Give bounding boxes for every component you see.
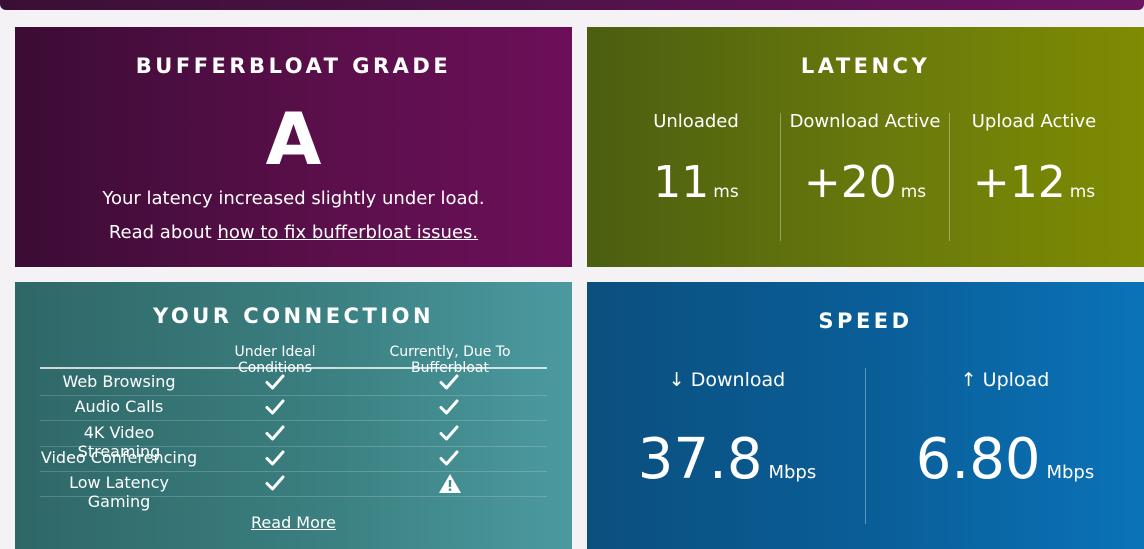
checkmark-icon — [264, 397, 286, 417]
latency-download-label: Download Active — [789, 111, 941, 132]
latency-download-value: +20 ms — [780, 158, 950, 217]
speed-upload: ↑ Upload 6.80 Mbps — [875, 369, 1135, 504]
fix-bufferbloat-link[interactable]: how to fix bufferbloat issues. — [217, 222, 478, 243]
table-header-rule — [40, 367, 547, 369]
read-about-prefix: Read about — [108, 222, 218, 243]
speed-card: SPEED ↓ Download 37.8 Mbps ↑ Upload 6.80 M… — [587, 282, 1144, 549]
connection-card: YOUR CONNECTION Under Ideal Conditions C… — [15, 282, 572, 549]
latency-upload-active: Upload Active +12 ms — [949, 111, 1119, 217]
latency-card: LATENCY Unloaded 11 ms Download Active +2… — [587, 27, 1144, 267]
read-more-link[interactable]: Read More — [251, 513, 336, 532]
latency-download-number: +20 — [803, 157, 897, 208]
read-more: Read More — [15, 513, 572, 532]
connection-row-label: Low Latency Gaming — [69, 473, 169, 512]
latency-upload-unit: ms — [1069, 182, 1096, 202]
download-label: ↓ Download — [668, 369, 786, 391]
latency-download-active: Download Active +20 ms — [780, 111, 950, 217]
checkmark-icon — [438, 397, 460, 417]
connection-row: Audio Calls — [40, 395, 547, 422]
grade-read-about: Read about how to fix bufferbloat issues… — [15, 222, 572, 243]
checkmark-icon — [438, 372, 460, 392]
connection-row: 4K Video Streaming — [40, 421, 547, 461]
speed-title: SPEED — [818, 309, 913, 333]
connection-row: Video Conferencing — [40, 446, 547, 472]
upload-value: 6.80 Mbps — [875, 429, 1135, 504]
latency-unloaded-number: 11 — [653, 157, 710, 208]
speed-download: ↓ Download 37.8 Mbps — [597, 369, 857, 504]
latency-upload-label: Upload Active — [971, 111, 1097, 132]
grade-message: Your latency increased slightly under lo… — [102, 188, 485, 209]
latency-upload-value: +12 ms — [949, 158, 1119, 217]
checkmark-icon — [264, 448, 286, 468]
latency-upload-number: +12 — [972, 157, 1066, 208]
upload-label: ↑ Upload — [960, 369, 1050, 391]
grade-card: BUFFERBLOAT GRADE A Your latency increas… — [15, 27, 572, 267]
connection-row-label: Audio Calls — [74, 397, 164, 417]
checkmark-icon — [438, 448, 460, 468]
upload-number: 6.80 — [915, 427, 1041, 492]
latency-download-unit: ms — [900, 182, 927, 202]
latency-unloaded-unit: ms — [713, 182, 739, 202]
connection-row-label: Video Conferencing — [40, 447, 198, 467]
warning-icon — [438, 473, 461, 494]
connection-row-label: Web Browsing — [62, 372, 176, 391]
connection-row: Web Browsing — [40, 370, 547, 396]
latency-title: LATENCY — [800, 54, 931, 78]
checkmark-icon — [264, 473, 286, 493]
download-value: 37.8 Mbps — [597, 429, 857, 504]
latency-unloaded-value: 11 ms — [611, 158, 781, 217]
connection-row: Low Latency Gaming — [40, 471, 547, 511]
grade-letter: A — [265, 97, 322, 181]
download-number: 37.8 — [637, 427, 763, 492]
grade-title: BUFFERBLOAT GRADE — [135, 54, 452, 78]
checkmark-icon — [264, 372, 286, 392]
checkmark-icon — [264, 423, 286, 443]
connection-title: YOUR CONNECTION — [152, 304, 435, 328]
speed-divider — [865, 368, 866, 524]
top-bar — [0, 0, 1144, 10]
latency-unloaded: Unloaded 11 ms — [611, 111, 781, 217]
latency-unloaded-label: Unloaded — [653, 111, 739, 132]
download-unit: Mbps — [768, 462, 817, 483]
checkmark-icon — [438, 423, 460, 443]
upload-unit: Mbps — [1046, 462, 1095, 483]
